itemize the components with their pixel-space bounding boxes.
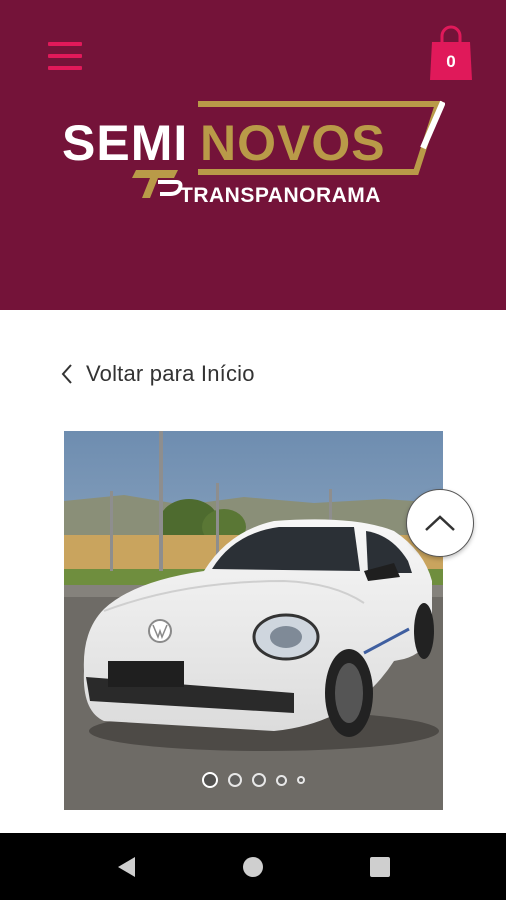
square-recents-icon — [370, 857, 390, 877]
system-home-button[interactable] — [233, 847, 273, 887]
tp-monogram-icon — [132, 170, 183, 198]
hamburger-menu-icon[interactable] — [48, 40, 82, 72]
main-content: Voltar para Início — [0, 310, 506, 833]
carousel-dot-4[interactable] — [276, 774, 287, 786]
scroll-to-top-button[interactable] — [406, 489, 474, 557]
carousel-dot-5[interactable] — [297, 776, 305, 784]
logo-text-semi: SEMI — [62, 115, 188, 171]
carousel-dot-1[interactable] — [202, 772, 218, 788]
system-navigation-bar — [0, 833, 506, 900]
triangle-back-icon — [118, 857, 135, 877]
system-back-button[interactable] — [106, 847, 146, 887]
carousel-dot-2[interactable] — [228, 773, 242, 787]
app-header: 0 SEMI NOVOS TRANSPANORAMA — [0, 0, 506, 310]
logo-text-transpanorama: TRANSPANORAMA — [180, 184, 381, 207]
seminovos-transpanorama-logo: SEMI NOVOS TRANSPANORAMA — [60, 98, 446, 210]
back-link-label: Voltar para Início — [86, 361, 255, 386]
cart-count-badge: 0 — [446, 52, 456, 71]
car-photo-carousel[interactable] — [64, 431, 443, 810]
car-photo — [64, 431, 443, 810]
chevron-left-icon — [61, 364, 72, 384]
logo-text-novos: NOVOS — [200, 115, 386, 171]
carousel-dot-3[interactable] — [252, 773, 266, 787]
circle-home-icon — [243, 857, 263, 877]
system-recents-button[interactable] — [360, 847, 400, 887]
chevron-up-icon — [425, 515, 455, 531]
back-to-home-link[interactable]: Voltar para Início — [60, 358, 255, 390]
carousel-indicators — [64, 772, 443, 788]
cart-button[interactable]: 0 — [428, 24, 474, 82]
